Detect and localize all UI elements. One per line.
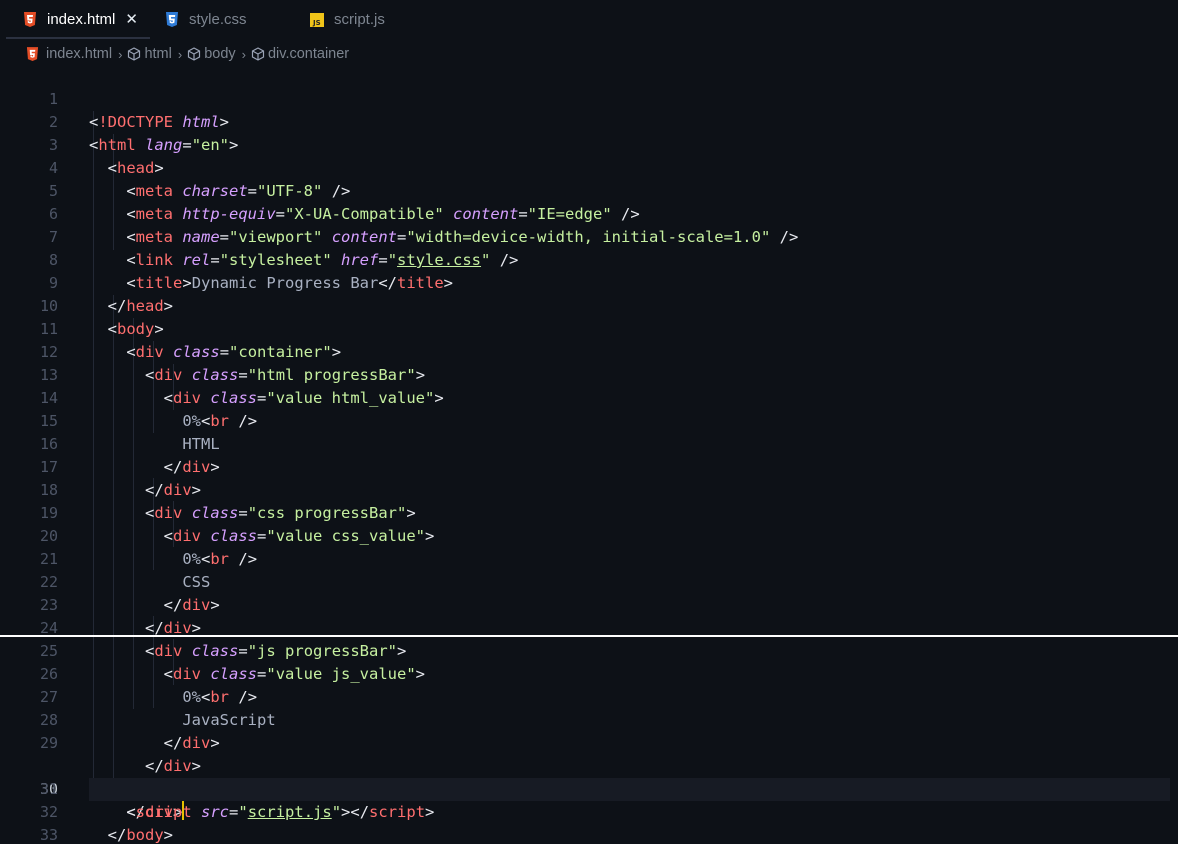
code-line-current: 30 </div> bbox=[0, 732, 1178, 821]
chevron-right-icon: › bbox=[241, 46, 246, 62]
tab-bar: index.html ✕ style.css JS script.js bbox=[0, 0, 1178, 39]
tab-label: index.html bbox=[47, 11, 116, 28]
code-line: 15 HTML bbox=[0, 387, 1178, 453]
window-seam bbox=[0, 635, 1178, 637]
code-line: 27 JavaScript bbox=[0, 663, 1178, 729]
code-line: 3 <head> bbox=[0, 111, 1178, 177]
code-line: 19 <div class="value css_value"> bbox=[0, 479, 1178, 545]
chevron-right-icon: › bbox=[118, 46, 123, 62]
code-line: 24 <div class="js progressBar"> bbox=[0, 594, 1178, 660]
tab-label: style.css bbox=[189, 11, 247, 28]
breadcrumb-file[interactable]: index.html bbox=[46, 46, 112, 62]
code-line: 2 <html lang="en"> bbox=[0, 88, 1178, 154]
code-line: 20 0%<br /> bbox=[0, 502, 1178, 568]
active-tab-indicator bbox=[6, 37, 150, 39]
code-line: 16 </div> bbox=[0, 410, 1178, 476]
close-icon[interactable]: ✕ bbox=[125, 12, 138, 27]
chevron-right-icon: › bbox=[177, 46, 183, 62]
tab-index-html[interactable]: index.html ✕ bbox=[22, 0, 138, 39]
code-line: 6 <meta name="viewport" content="width=d… bbox=[0, 180, 1178, 246]
code-line: 34 bbox=[0, 824, 1178, 844]
code-line: 17 </div> bbox=[0, 433, 1178, 499]
code-line: 4 <meta charset="UTF-8" /> bbox=[0, 134, 1178, 200]
code-line: 10 <body> bbox=[0, 272, 1178, 338]
code-line: 11 <div class="container"> bbox=[0, 295, 1178, 361]
code-line: 12 <div class="html progressBar"> bbox=[0, 318, 1178, 384]
code-line: 13 <div class="value html_value"> bbox=[0, 341, 1178, 407]
code-line: 5 <meta http-equiv="X-UA-Compatible" con… bbox=[0, 157, 1178, 223]
code-line: 21 CSS bbox=[0, 525, 1178, 591]
code-line: 8 <title>Dynamic Progress Bar</title> bbox=[0, 226, 1178, 292]
code-line: 14 0%<br /> bbox=[0, 364, 1178, 430]
code-line: 23 </div> bbox=[0, 571, 1178, 637]
breadcrumb-html[interactable]: html bbox=[144, 46, 171, 62]
code-line: 26 0%<br /> bbox=[0, 640, 1178, 706]
breadcrumb-div-container[interactable]: div.container bbox=[268, 46, 349, 62]
tab-label: script.js bbox=[334, 11, 385, 28]
cube-icon bbox=[251, 47, 265, 61]
tab-script-js[interactable]: JS script.js bbox=[309, 0, 385, 39]
code-line: 31 <script src="script.js"></script> bbox=[0, 755, 1178, 821]
code-line: 9 </head> bbox=[0, 249, 1178, 315]
cube-icon bbox=[127, 47, 141, 61]
tab-style-css[interactable]: style.css bbox=[164, 0, 247, 39]
code-line: 32 </body> bbox=[0, 778, 1178, 844]
css3-icon bbox=[164, 11, 180, 28]
code-line: 28 </div> bbox=[0, 686, 1178, 752]
svg-text:JS: JS bbox=[312, 19, 321, 27]
code-line: 33 </html> bbox=[0, 801, 1178, 844]
breadcrumb: index.html › html › body › div.container bbox=[24, 44, 349, 64]
code-editor[interactable]: 1 <!DOCTYPE html> 2 <html lang="en"> 3 <… bbox=[0, 65, 1178, 844]
html5-icon bbox=[24, 46, 40, 62]
html5-icon bbox=[22, 11, 38, 28]
code-line: 1 <!DOCTYPE html> bbox=[0, 65, 1178, 131]
cube-icon bbox=[187, 47, 201, 61]
code-line: 7 <link rel="stylesheet" href="style.css… bbox=[0, 203, 1178, 269]
code-line: 22 </div> bbox=[0, 548, 1178, 614]
code-line: 18 <div class="css progressBar"> bbox=[0, 456, 1178, 522]
code-line: 29 </div> bbox=[0, 709, 1178, 775]
breadcrumb-body[interactable]: body bbox=[204, 46, 235, 62]
js-icon: JS bbox=[309, 12, 325, 28]
